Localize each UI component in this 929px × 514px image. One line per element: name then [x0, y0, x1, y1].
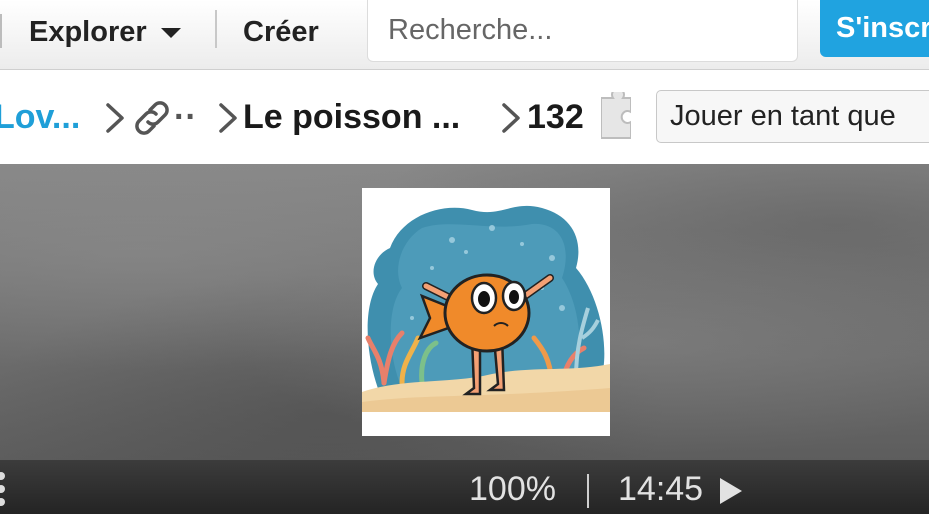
navbar-edge-divider [0, 14, 2, 48]
create-button[interactable]: Créer [243, 10, 319, 54]
breadcrumb-collection-label: ·· [174, 98, 197, 136]
search-input[interactable] [367, 0, 798, 62]
piece-count-value: 132 [527, 98, 584, 136]
timer: 14:45 [618, 470, 704, 508]
link-icon [135, 100, 169, 135]
breadcrumb: Lov... ·· Le poisson ... 132 Jouer en ta… [0, 71, 929, 164]
explore-menu-button[interactable]: Explorer [29, 10, 181, 54]
play-icon[interactable] [718, 476, 744, 506]
play-as-dropdown[interactable]: Jouer en tant que [656, 90, 929, 143]
breadcrumb-collection-link[interactable]: ·· [130, 71, 197, 164]
nav-divider [215, 10, 217, 48]
puzzle-preview-image[interactable] [362, 188, 610, 436]
breadcrumb-puzzle-title[interactable]: Le poisson ... [243, 71, 460, 164]
puzzle-title-label: Le poisson ... [243, 98, 461, 136]
menu-dots-icon[interactable] [0, 472, 6, 506]
piece-count: 132 [527, 71, 584, 164]
signup-button[interactable]: S'inscr [820, 0, 929, 57]
explore-label: Explorer [29, 15, 147, 48]
bottom-toolbar: 100% 14:45 [0, 460, 929, 514]
chevron-right-icon [219, 103, 237, 133]
toolbar-divider [587, 474, 589, 508]
breadcrumb-user-label: Lov... [0, 98, 81, 136]
puzzle-piece-icon [601, 92, 631, 139]
chevron-right-icon [502, 103, 520, 133]
caret-down-icon [160, 28, 181, 38]
puzzle-board[interactable] [0, 164, 929, 460]
breadcrumb-user-link[interactable]: Lov... [0, 71, 80, 164]
zoom-level: 100% [469, 470, 556, 508]
chevron-right-icon [106, 103, 124, 133]
create-label: Créer [243, 15, 319, 48]
top-navbar: Explorer Créer S'inscr [0, 0, 929, 70]
